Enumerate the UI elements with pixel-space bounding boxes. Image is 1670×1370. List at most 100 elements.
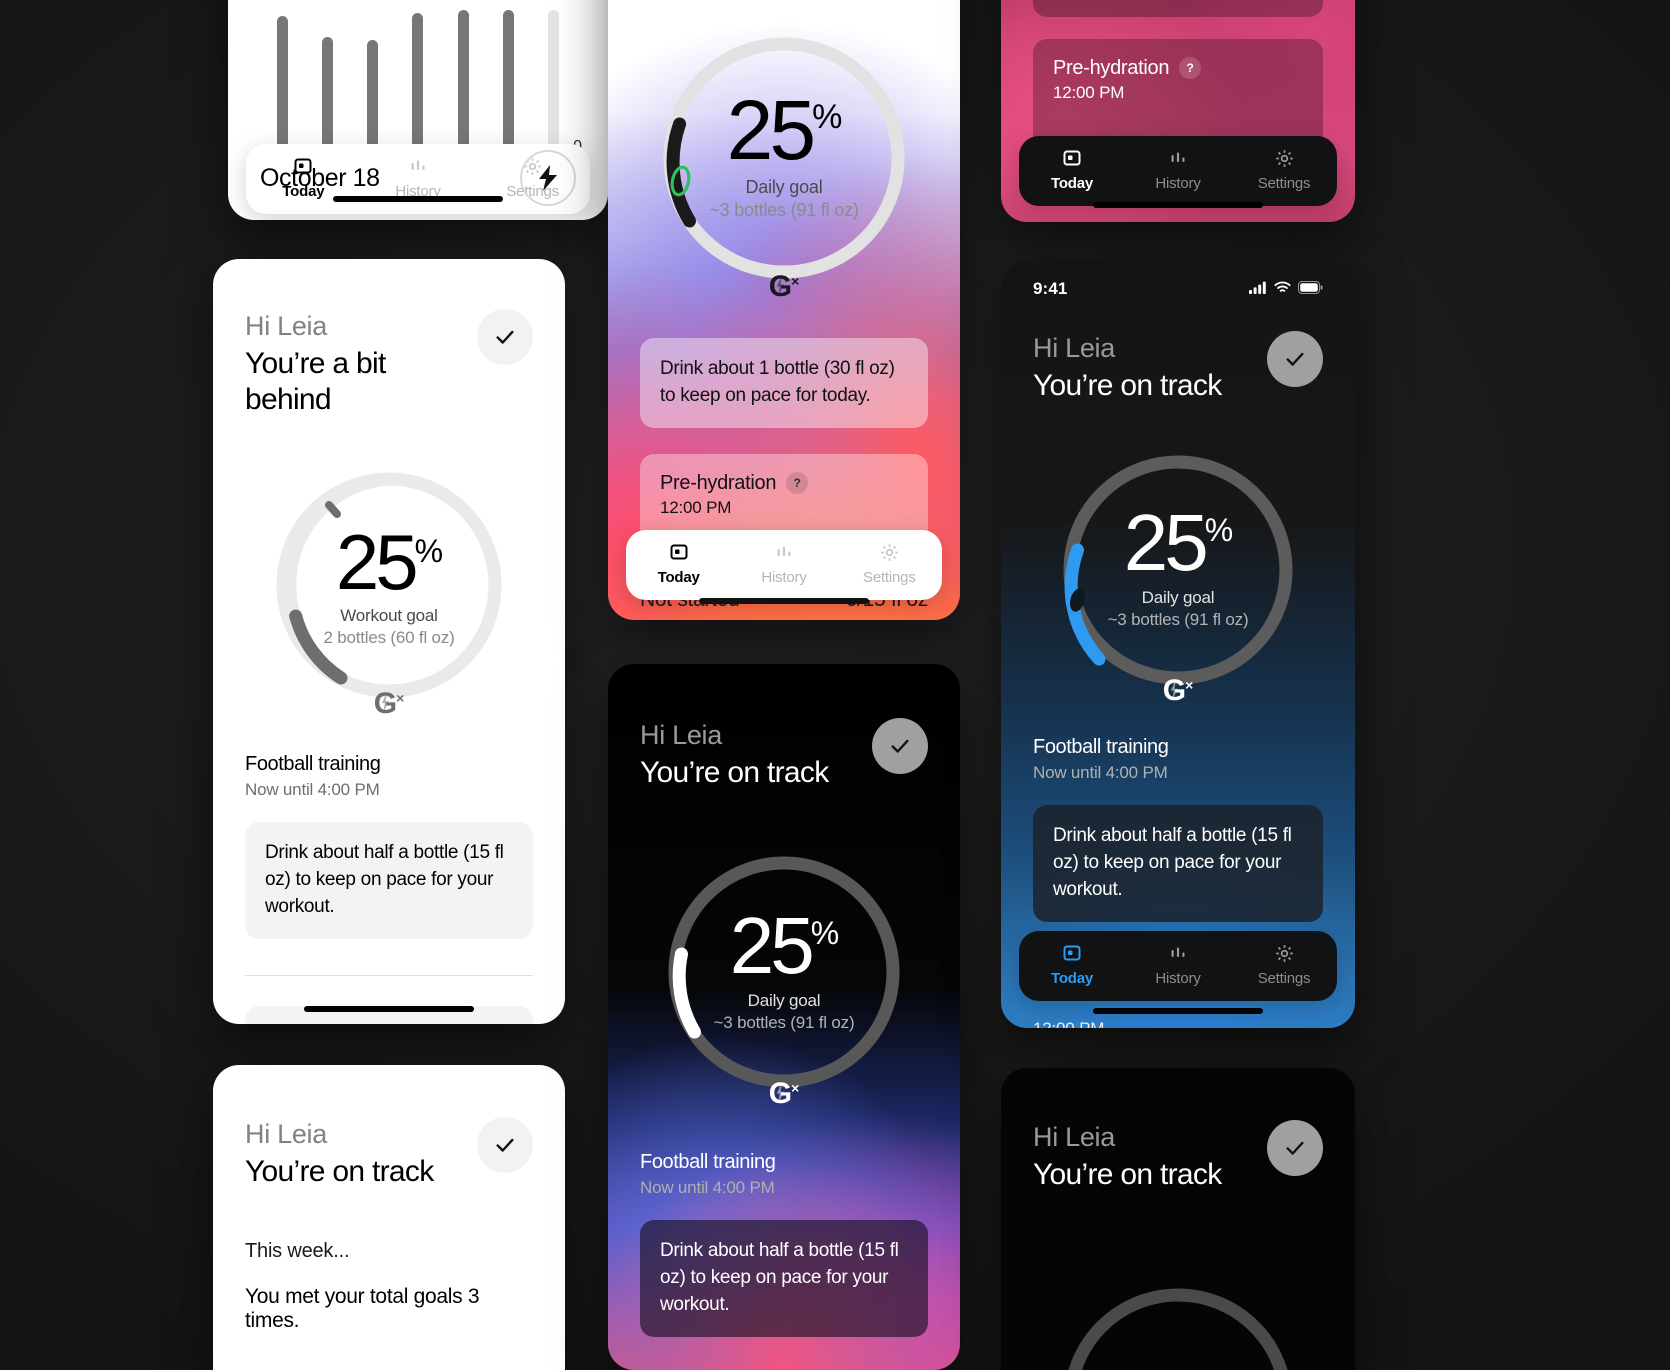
section-divider <box>245 974 533 976</box>
session-time: Now until 4:00 PM <box>640 1178 775 1198</box>
daily-progress-ring: 25 % Daily goal ~3 bottles (91 fl oz) G × <box>1001 448 1355 706</box>
help-icon[interactable]: ? <box>1179 57 1202 80</box>
home-indicator <box>333 196 503 202</box>
card-dark-center[interactable]: Hi Leia You’re on track 25 % Daily goal … <box>608 664 960 1370</box>
workout-progress-ring: 25 % Workout goal 2 bottles (60 fl oz) G… <box>213 465 565 718</box>
greeting-row: Hi Leia You’re on track <box>1033 331 1323 404</box>
greeting-status: You’re on track <box>640 755 829 789</box>
percent-symbol: % <box>812 98 842 136</box>
tab-today-label: Today <box>1050 970 1094 987</box>
tab-settings[interactable]: Settings <box>837 542 942 586</box>
check-button[interactable] <box>477 1117 533 1173</box>
greeting-status: You’re on track <box>245 1154 434 1188</box>
tab-history-label: History <box>761 569 807 586</box>
home-indicator <box>1093 202 1263 208</box>
session-title: Football training <box>640 1151 776 1174</box>
greeting-row: Hi Leia You’re on track <box>1033 1120 1323 1193</box>
gatorade-gx-logo: G × <box>768 1077 800 1111</box>
tab-settings-label: Settings <box>1257 970 1311 987</box>
pre-hydration-time: 12:00 PM <box>1033 1019 1323 1028</box>
tab-history-label: History <box>1155 175 1201 192</box>
gear-icon <box>1274 148 1295 168</box>
greeting-status: You’re on track <box>1033 1157 1222 1191</box>
bar-wed <box>367 40 379 160</box>
tab-settings-label: Settings <box>1257 175 1311 192</box>
check-button[interactable] <box>477 309 533 365</box>
help-icon[interactable]: ? <box>786 472 809 495</box>
daily-progress-ring: 25 % Daily goal ~3 bottles (91 fl oz) G × <box>608 849 960 1109</box>
status-bar-time: 9:41 <box>1033 279 1068 298</box>
card-workout-light[interactable]: Hi Leia You’re a bit behind 25 % Workout… <box>213 259 565 1024</box>
greeting-hi: Hi Leia <box>245 311 327 341</box>
cellular-signal-icon <box>1249 279 1267 299</box>
gatorade-gx-logo: G × <box>373 686 405 720</box>
pre-hydration-title: Pre-hydration <box>660 471 777 494</box>
tabbar-dark-blue-card[interactable]: Today History Settings <box>1019 931 1337 1001</box>
tabbar-daily-card[interactable]: Today History Settings <box>626 530 942 600</box>
greeting-hi: Hi Leia <box>640 720 722 750</box>
percent-value: 25 <box>1123 498 1209 588</box>
gatorade-gx-logo: G × <box>768 270 800 303</box>
home-indicator <box>1093 1008 1263 1014</box>
percent-value: 25 <box>335 517 419 606</box>
tab-settings[interactable]: Settings <box>1231 943 1337 987</box>
bar-mon <box>277 16 289 160</box>
greeting-hi: Hi Leia <box>1033 333 1115 363</box>
bar-column <box>260 10 305 160</box>
tab-today[interactable]: Today <box>1019 148 1125 192</box>
bolt-button[interactable] <box>520 150 576 206</box>
ring-goal-sub: ~3 bottles (91 fl oz) <box>709 200 859 221</box>
ring-goal-label: Daily goal <box>745 177 823 198</box>
home-indicator <box>304 1006 474 1012</box>
ios-status-bar: 9:41 <box>1033 279 1323 299</box>
ring-goal-label: Daily goal <box>747 990 821 1010</box>
card-dark-bottom-right[interactable]: Hi Leia You’re on track <box>1001 1068 1355 1370</box>
ring-goal-label: Workout goal <box>340 606 438 626</box>
card-week-summary[interactable]: Hi Leia You’re on track This week... You… <box>213 1065 565 1370</box>
tab-settings[interactable]: Settings <box>1231 148 1337 192</box>
gear-icon <box>1274 943 1295 963</box>
percent-symbol: % <box>810 915 839 952</box>
tab-today[interactable]: Today <box>1019 943 1125 987</box>
check-button[interactable] <box>1267 331 1323 387</box>
greeting-hi: Hi Leia <box>1033 1122 1115 1152</box>
greeting-hi: Hi Leia <box>245 1119 327 1149</box>
ring-center-readout: 25 % Daily goal ~3 bottles (91 fl oz) <box>608 901 960 1033</box>
tab-history[interactable]: History <box>1125 148 1231 192</box>
date-label: October 18 <box>260 163 380 192</box>
bar-thu <box>412 13 424 160</box>
screenshot-stage: 0 M T W T F S S Today <box>0 0 1670 1370</box>
tab-today-label: Today <box>1050 175 1094 192</box>
card-dark-blue-right[interactable]: 9:41 Hi Leia You’re on track 25 % Daily … <box>1001 261 1355 1028</box>
bar-fri <box>457 10 469 160</box>
card-history-top-left[interactable]: 0 M T W T F S S Today <box>228 0 608 220</box>
check-button[interactable] <box>872 718 928 774</box>
tab-history[interactable]: History <box>1125 943 1231 987</box>
check-button[interactable] <box>1267 1120 1323 1176</box>
tab-today[interactable]: Today <box>626 542 731 586</box>
ring-goal-label: Daily goal <box>1141 587 1215 607</box>
weekly-bar-chart: 0 <box>260 10 582 160</box>
pre-hydration-title: Pre-hydration <box>1053 56 1170 79</box>
tab-history-label: History <box>1155 970 1201 987</box>
daily-progress-ring <box>1001 1243 1355 1370</box>
percent-value: 25 <box>726 83 816 177</box>
ring-center-readout: 25 % Daily goal ~3 bottles (91 fl oz) <box>608 83 960 221</box>
week-summary-title: This week... <box>245 1240 350 1263</box>
hydration-tip: Drink about half a bottle (15 fl oz) to … <box>1033 805 1323 923</box>
gear-icon <box>879 542 900 562</box>
battery-icon <box>1298 279 1323 299</box>
ring-goal-sub: ~3 bottles (91 fl oz) <box>713 1012 855 1032</box>
tab-history[interactable]: History <box>731 542 836 586</box>
hydration-tip: Drink about half a bottle (15 fl oz) to … <box>640 1220 928 1338</box>
ring-center-readout: 25 % Daily goal ~3 bottles (91 fl oz) <box>1001 498 1355 630</box>
card-magenta-top-right[interactable]: keep on pace for today. Pre-hydration ? … <box>1001 0 1355 222</box>
percent-symbol: % <box>414 532 443 569</box>
card-daily-gradient[interactable]: 25 % Daily goal ~3 bottles (91 fl oz) G ×… <box>608 0 960 620</box>
bar-column <box>395 10 440 160</box>
tabbar-magenta-card[interactable]: Today History Settings <box>1019 136 1337 206</box>
session-time: Now until 4:00 PM <box>245 779 380 799</box>
daily-progress-ring: 25 % Daily goal ~3 bottles (91 fl oz) G × <box>608 30 960 302</box>
bar-column <box>350 10 395 160</box>
percent-value: 25 <box>729 901 815 991</box>
